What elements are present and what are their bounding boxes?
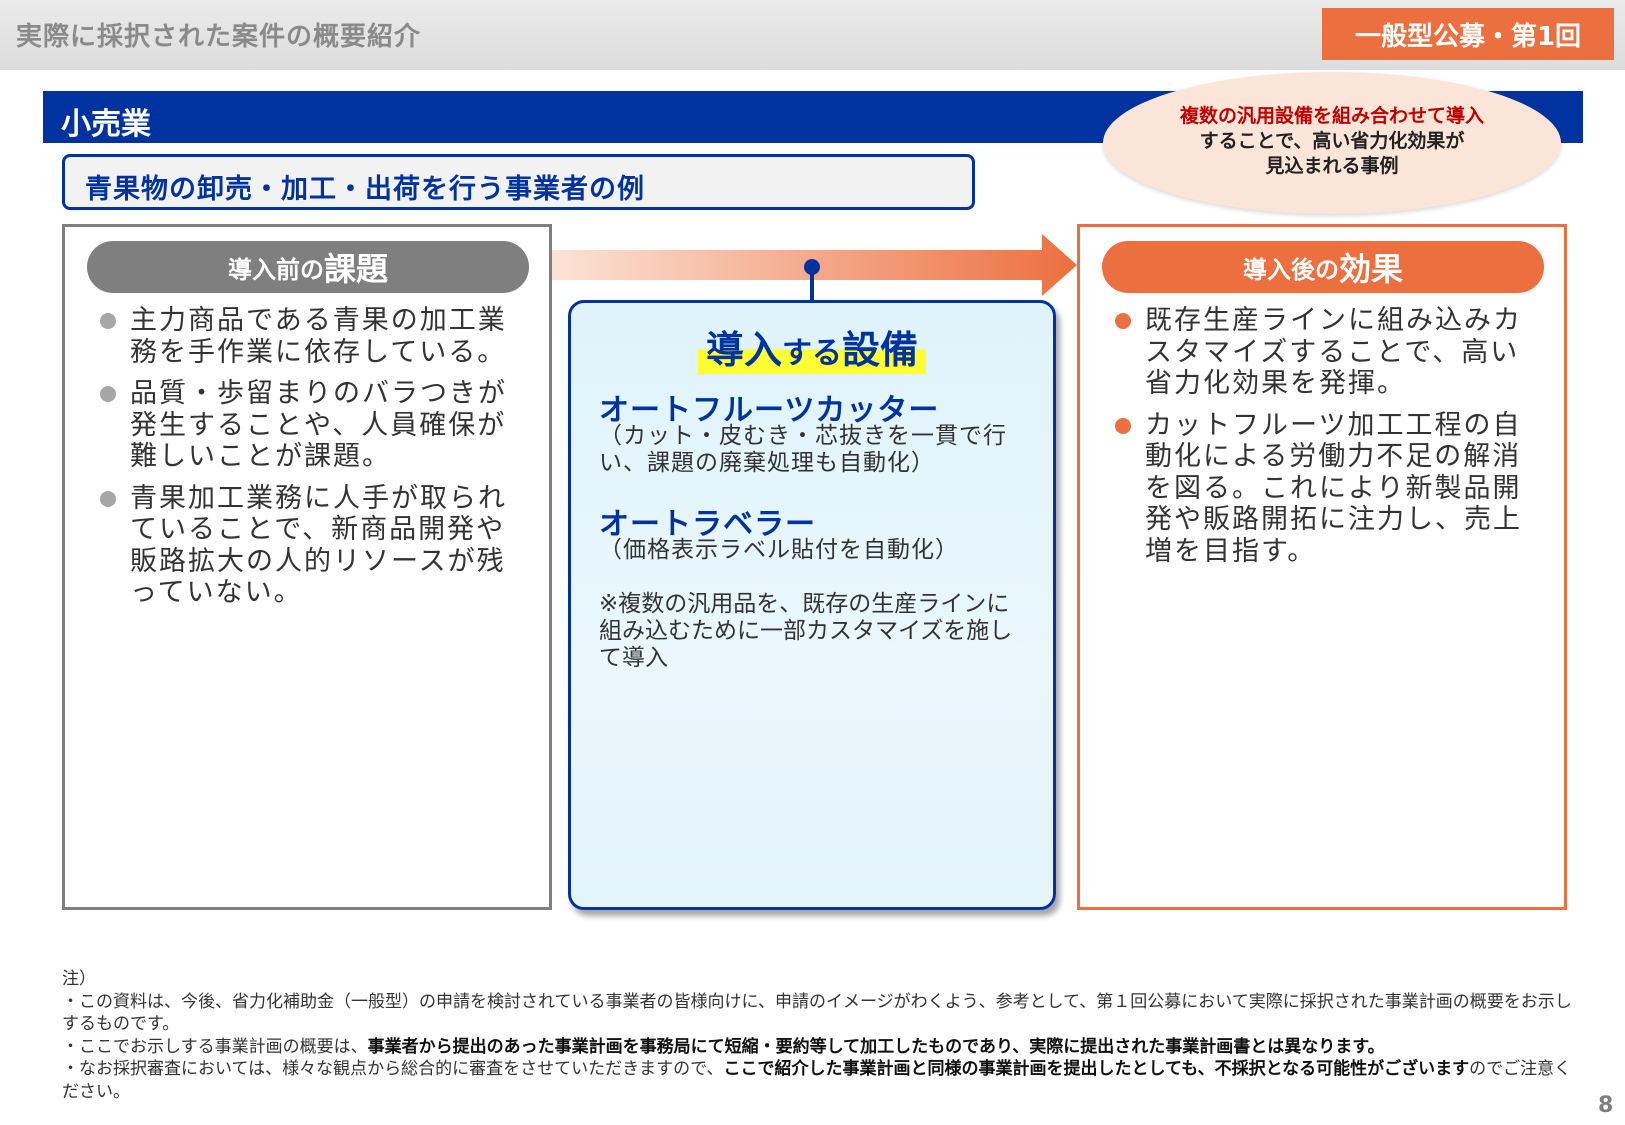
list-item: カットフルーツ加工工程の自動化による労働力不足の解消を図る。これにより新製品開発… (1115, 410, 1535, 568)
equipment-item-desc: （カット・皮むき・芯抜きを一貫で行い、課題の廃棄処理も自動化） (599, 423, 1007, 476)
after-header-prefix: 導入後の (1242, 255, 1339, 284)
footnote-line: ・なお採択審査においては、様々な観点から総合的に審査をさせていただきますので、こ… (62, 1058, 1572, 1103)
bullet-text: 既存生産ラインに組み込みカスタマイズすることで、高い省力化効果を発揮。 (1145, 305, 1522, 399)
footnote-text: ・ここでお示しする事業計画の概要は、 (62, 1036, 368, 1057)
bullet-text: 主力商品である青果の加工業務を手作業に依存している。 (130, 305, 507, 368)
footnote-heading: 注） (62, 969, 96, 989)
equipment-title: 導入する設備 (697, 319, 927, 374)
before-header: 導入前の 課題 (87, 241, 529, 293)
bullet-dot-icon (100, 386, 116, 402)
round-badge: 一般型公募・第1回 (1322, 8, 1614, 60)
equipment-title-part2: する (782, 336, 842, 371)
highlight-line-3: 見込まれる事例 (1265, 155, 1399, 177)
top-header-bar: 実際に採択された案件の概要紹介 一般型公募・第1回 (0, 0, 1625, 70)
bullet-dot-icon (100, 490, 116, 507)
after-header-main: 効果 (1338, 250, 1403, 288)
connector-dot-icon (804, 259, 820, 275)
equipment-panel: 導入する設備 オートフルーツカッター （カット・皮むき・芯抜きを一貫で行い、課題… (568, 300, 1056, 910)
bullet-dot-icon (1115, 417, 1131, 434)
case-title-box: 青果物の卸売・加工・出荷を行う事業者の例 (62, 154, 975, 210)
footnote-emphasis: 事業者から提出のあった事業計画を事務局にて短縮・要約等して加工したものであり、実… (367, 1036, 1385, 1057)
footnote-line: ・ここでお示しする事業計画の概要は、事業者から提出のあった事業計画を事務局にて短… (62, 1036, 1572, 1059)
list-item: 既存生産ラインに組み込みカスタマイズすることで、高い省力化効果を発揮。 (1115, 305, 1535, 400)
bullet-text: 青果加工業務に人手が取られていることで、新商品開発や販路拡大の人的リソースが残っ… (130, 482, 507, 609)
after-header: 導入後の 効果 (1102, 241, 1544, 293)
industry-label: 小売業 (61, 107, 151, 142)
highlight-line-2: することで、高い省力化効果が (1199, 130, 1465, 152)
bullet-dot-icon (100, 313, 116, 329)
bullet-text: カットフルーツ加工工程の自動化による労働力不足の解消を図る。これにより新製品開発… (1145, 409, 1522, 567)
bullet-dot-icon (1115, 313, 1131, 329)
footnote-text: ・なお採択審査においては、様々な観点から総合的に審査をさせていただきますので、 (62, 1059, 724, 1079)
before-header-prefix: 導入前の (227, 255, 324, 284)
before-bullet-list: 主力商品である青果の加工業務を手作業に依存している。 品質・歩留まりのバラつきが… (100, 305, 520, 619)
after-panel: 導入後の 効果 既存生産ラインに組み込みカスタマイズすることで、高い省力化効果を発… (1077, 224, 1567, 910)
before-header-main: 課題 (323, 250, 388, 288)
case-title: 青果物の卸売・加工・出荷を行う事業者の例 (85, 174, 645, 205)
footnote-line: ・この資料は、今後、省力化補助金（一般型）の申請を検討されている事業者の皆様向け… (62, 991, 1572, 1035)
after-bullet-list: 既存生産ラインに組み込みカスタマイズすることで、高い省力化効果を発揮。 カットフ… (1115, 305, 1535, 577)
slide-title: 実際に採択された案件の概要紹介 (16, 22, 422, 52)
before-panel: 導入前の 課題 主力商品である青果の加工業務を手作業に依存している。 品質・歩留ま… (62, 224, 552, 910)
list-item: 品質・歩留まりのバラつきが発生することや、人員確保が難しいことが課題。 (100, 378, 520, 473)
list-item: 主力商品である青果の加工業務を手作業に依存している。 (100, 305, 520, 368)
footnotes: 注） ・この資料は、今後、省力化補助金（一般型）の申請を検討されている事業者の皆… (62, 968, 1572, 1103)
list-item: 青果加工業務に人手が取られていることで、新商品開発や販路拡大の人的リソースが残っ… (100, 483, 520, 609)
equipment-item-desc: （価格表示ラベル貼付を自動化） (599, 537, 959, 563)
bullet-text: 品質・歩留まりのバラつきが発生することや、人員確保が難しいことが課題。 (130, 378, 507, 472)
equipment-title-part3: 設備 (842, 328, 919, 372)
page-number: 8 (1598, 1093, 1614, 1118)
footnote-emphasis: ここで紹介した事業計画と同様の事業計画を提出したとしても、不採択となる可能性がご… (723, 1059, 1470, 1079)
equipment-note: ※複数の汎用品を、既存の生産ラインに組み込むために一部カスタマイズを施して導入 (599, 591, 1013, 671)
equipment-title-part1: 導入 (705, 328, 782, 372)
highlight-line-1: 複数の汎用設備を組み合わせて導入 (1179, 105, 1484, 127)
highlight-callout: 複数の汎用設備を組み合わせて導入 することで、高い省力化効果が 見込まれる事例 (1103, 72, 1561, 214)
